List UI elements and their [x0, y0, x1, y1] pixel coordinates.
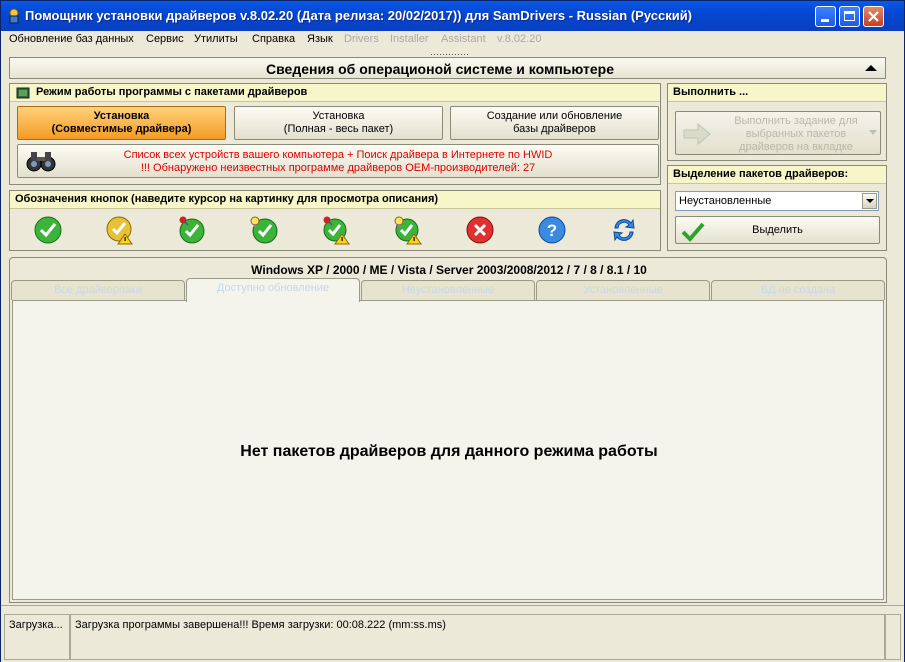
menu-utilities[interactable]: Утилиты [194, 33, 238, 45]
tabs-area: Windows XP / 2000 / ME / Vista / Server … [9, 257, 887, 603]
install-full-button[interactable]: Установка (Полная - весь пакет) [234, 106, 443, 140]
execute-task-line1: Выполнить задание для [734, 115, 858, 127]
execute-panel-title: Выполнить ... [668, 84, 886, 102]
minimize-button[interactable] [815, 6, 836, 27]
title-bar[interactable]: Помощник установки драйверов v.8.02.20 (… [1, 1, 904, 31]
menu-drivers: Drivers [344, 33, 379, 45]
select-button-label: Выделить [752, 224, 803, 236]
os-label: Windows XP / 2000 / ME / Vista / Server … [251, 263, 647, 277]
mode-panel-title: Режим работы программы с пакетами драйве… [10, 84, 660, 102]
chevron-down-icon[interactable] [862, 193, 877, 209]
tab-installed[interactable]: Установленные [536, 280, 710, 300]
maximize-icon [844, 11, 855, 21]
system-info-title: Сведения об операционой системе и компью… [266, 61, 614, 77]
check-warning-icon[interactable] [105, 215, 135, 245]
maximize-button[interactable] [839, 6, 860, 27]
close-button[interactable] [863, 6, 884, 27]
help-icon[interactable]: ? [537, 215, 567, 245]
window-title: Помощник установки драйверов v.8.02.20 (… [25, 8, 693, 23]
check-bulb-icon[interactable] [249, 215, 279, 245]
binoculars-icon [26, 152, 56, 172]
select-panel-title: Выделение пакетов драйверов: [668, 166, 886, 184]
check-bulb-warning-icon[interactable] [393, 215, 423, 245]
menu-bar: Обновление баз данных Сервис Утилиты Спр… [1, 31, 904, 49]
check-pin-icon[interactable] [177, 215, 207, 245]
select-button[interactable]: Выделить [675, 216, 880, 244]
status-left: Загрузка... [4, 614, 70, 660]
legend-panel-title: Обозначения кнопок (наведите курсор на к… [10, 191, 660, 209]
install-compatible-line1: Установка [93, 110, 150, 122]
tab-content-panel: Нет пакетов драйверов для данного режима… [12, 300, 884, 600]
execute-task-line3: драйверов на вкладке [739, 141, 853, 153]
menu-service[interactable]: Сервис [146, 33, 184, 45]
tab-not-installed[interactable]: Неустановленные [361, 280, 535, 300]
minimize-icon [821, 19, 829, 22]
app-icon [9, 8, 19, 24]
menu-installer: Installer [390, 33, 429, 45]
tab-db-not-created[interactable]: БД не создана [711, 280, 885, 300]
tab-all-driverpacks[interactable]: Все драйверпаки [11, 280, 185, 300]
execute-task-button[interactable]: Выполнить задание для выбранных пакетов … [675, 111, 881, 155]
selection-filter-value: Неустановленные [679, 195, 772, 207]
collapse-arrow-icon[interactable] [865, 65, 877, 71]
check-ok-icon[interactable] [33, 215, 63, 245]
execute-task-line2: выбранных пакетов [745, 128, 847, 140]
mode-panel-title-text: Режим работы программы с пакетами драйве… [36, 86, 308, 98]
menu-update-db[interactable]: Обновление баз данных [9, 33, 134, 45]
refresh-icon[interactable] [609, 215, 639, 245]
menu-help[interactable]: Справка [252, 33, 295, 45]
system-info-header[interactable]: Сведения об операционой системе и компью… [9, 57, 886, 79]
device-list-button[interactable]: Список всех устройств вашего компьютера … [17, 144, 659, 178]
status-bar: Загрузка... Загрузка программы завершена… [1, 605, 904, 662]
mode-panel: Режим работы программы с пакетами драйве… [9, 83, 661, 185]
arrow-right-icon [683, 122, 711, 146]
create-db-button[interactable]: Создание или обновление базы драйверов [450, 106, 659, 140]
oem-warning-line: !!! Обнаружено неизвестных программе дра… [140, 162, 536, 174]
close-icon [868, 11, 879, 22]
check-pin-warning-icon[interactable] [321, 215, 351, 245]
app-window: Помощник установки драйверов v.8.02.20 (… [0, 0, 905, 662]
device-list-line1: Список всех устройств вашего компьютера … [123, 149, 553, 161]
svg-text:?: ? [547, 221, 557, 240]
menu-version: v.8.02.20 [497, 33, 542, 45]
dropdown-arrow-icon [869, 130, 877, 135]
create-db-line2: базы драйверов [513, 123, 596, 135]
menu-assistant: Assistant [441, 33, 486, 45]
chip-icon [16, 87, 30, 99]
install-compatible-button[interactable]: Установка (Совместимые драйвера) [17, 106, 226, 140]
green-check-icon [681, 222, 705, 242]
menu-language[interactable]: Язык [307, 33, 333, 45]
execute-panel: Выполнить ... Выполнить задание для выбр… [667, 83, 887, 161]
empty-message: Нет пакетов драйверов для данного режима… [240, 443, 658, 460]
create-db-line1: Создание или обновление [486, 110, 623, 122]
tab-update-available[interactable]: Доступно обновление [186, 278, 360, 302]
install-full-line2: (Полная - весь пакет) [283, 123, 394, 135]
install-compatible-line2: (Совместимые драйвера) [51, 123, 192, 135]
status-extra [885, 614, 901, 660]
status-main: Загрузка программы завершена!!! Время за… [70, 614, 885, 660]
install-full-line1: Установка [312, 110, 365, 122]
error-x-icon[interactable] [465, 215, 495, 245]
selection-filter-dropdown[interactable]: Неустановленные [675, 191, 879, 211]
